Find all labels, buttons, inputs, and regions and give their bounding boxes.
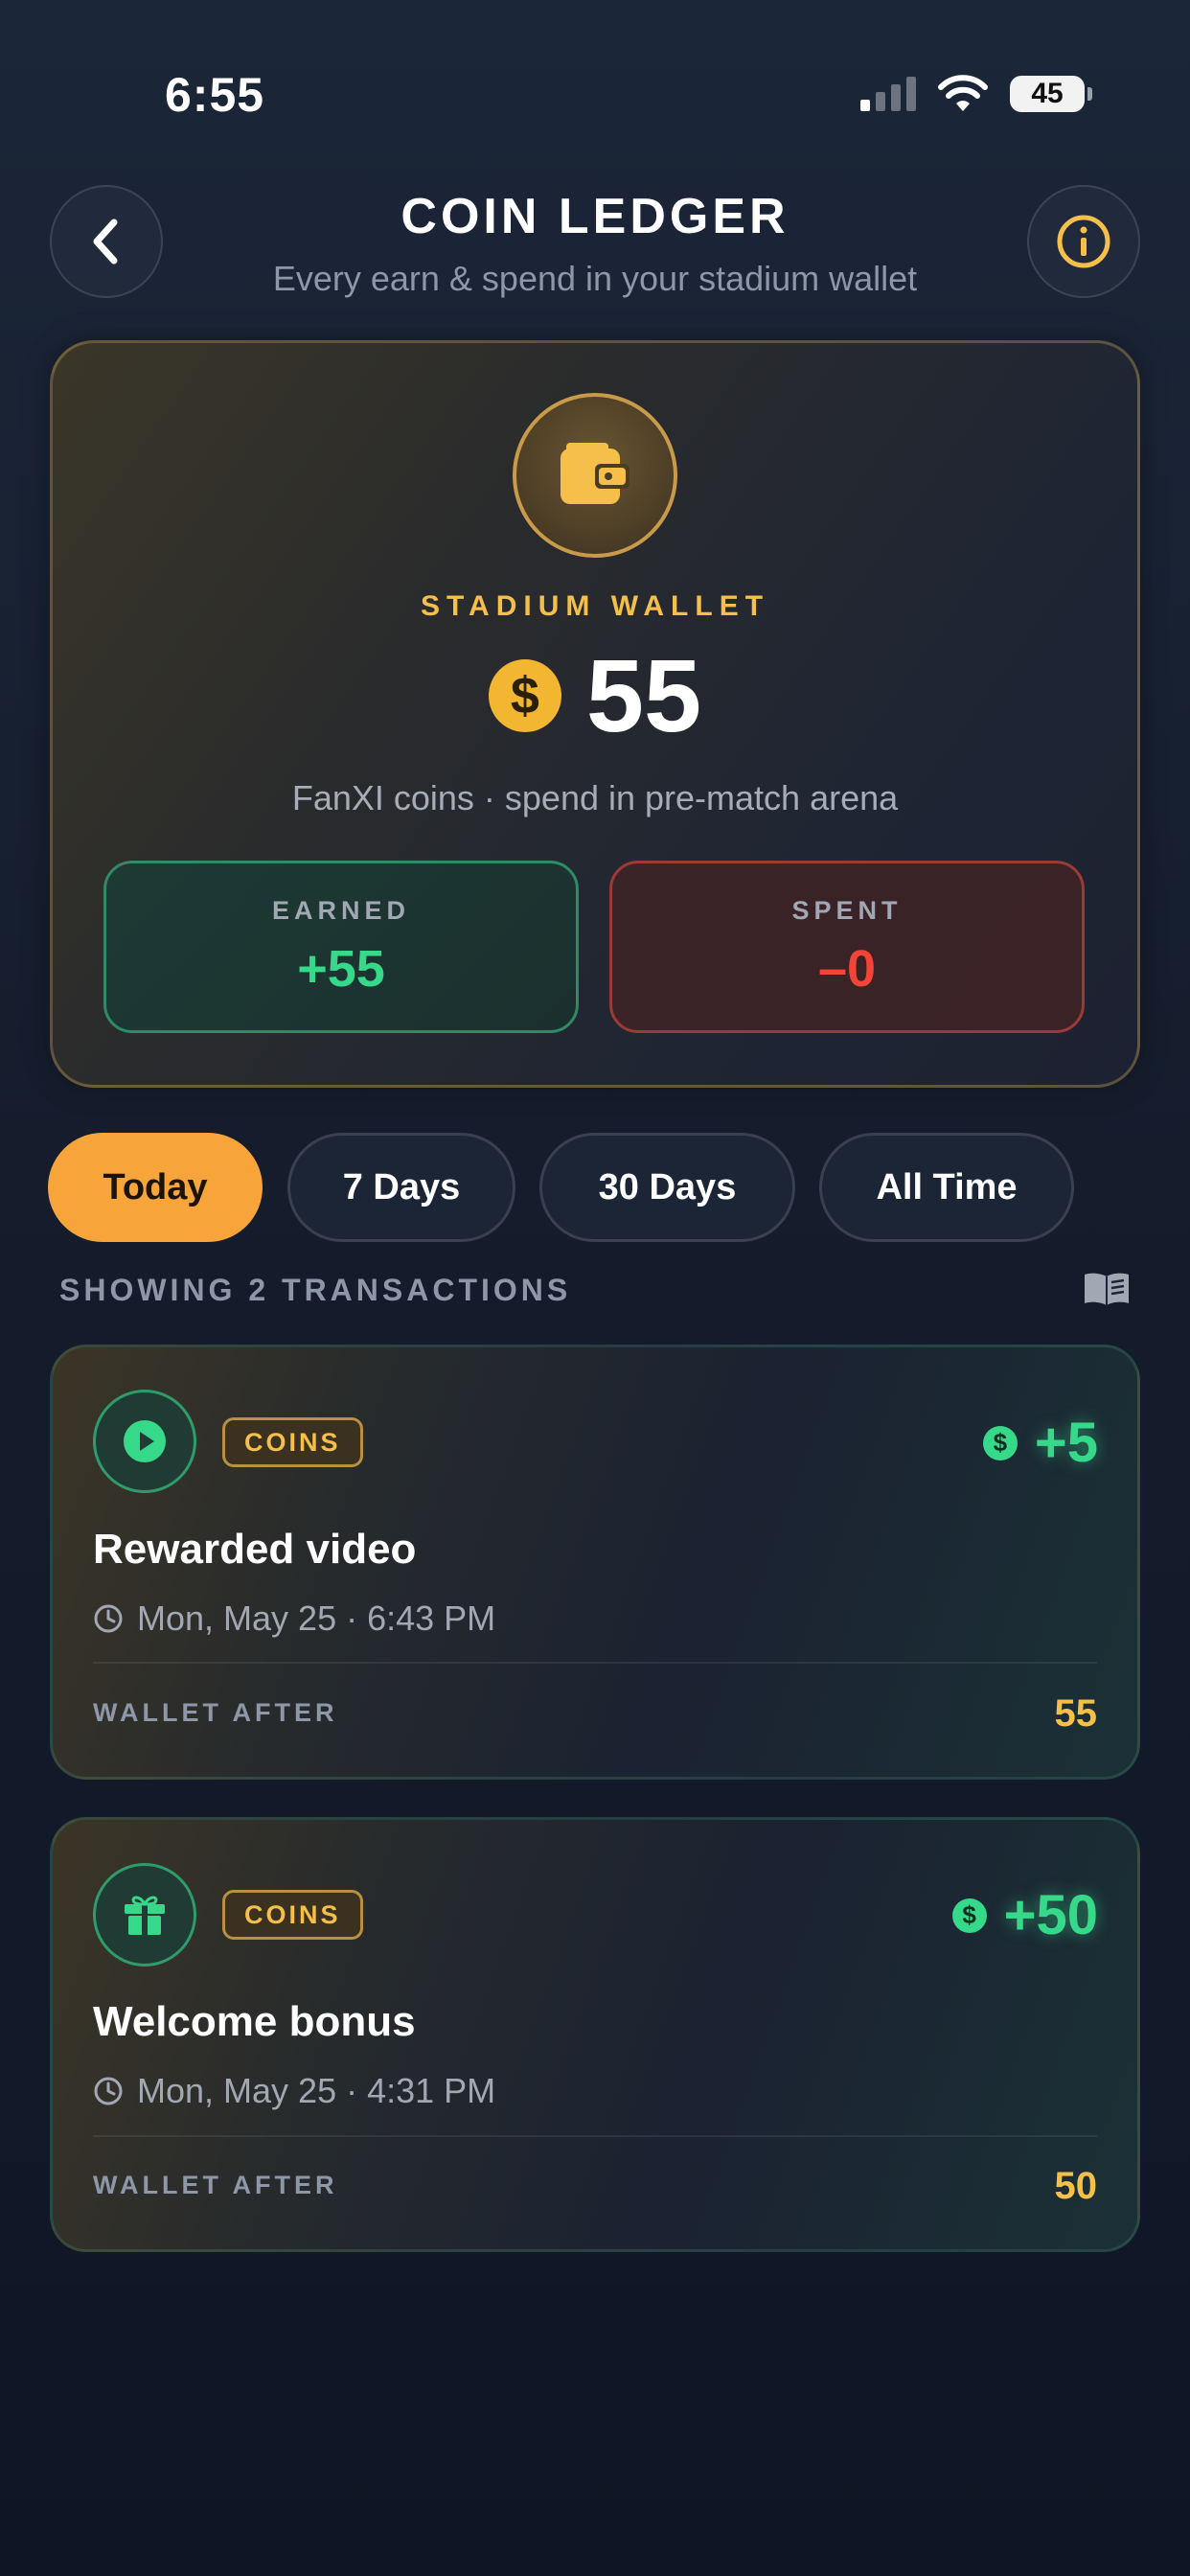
coin-icon: $ [951,1898,987,1933]
earned-label: EARNED [271,895,410,925]
transaction-type-badge: COINS [222,1417,363,1467]
wallet-icon-badge [513,393,677,558]
transaction-icon-badge [93,1390,196,1493]
filter-chip-7-days[interactable]: 7 Days [287,1133,515,1242]
divider [93,1662,1097,1664]
spent-label: SPENT [791,895,903,925]
book-icon [1085,1273,1129,1305]
wallet-caption: FanXI coins · spend in pre-match arena [291,778,899,817]
divider [93,2135,1097,2137]
transaction-amount: +50 [1003,1884,1098,1946]
battery-indicator: 45 [1010,76,1092,112]
wallet-after-value: 55 [1054,1692,1098,1735]
page-subtitle: Every earn & spend in your stadium walle… [272,259,918,298]
info-icon [1057,215,1110,268]
transaction-time-text: Mon, May 25 · 6:43 PM [137,1598,496,1638]
coin-icon: $ [488,659,561,732]
filter-chip-today[interactable]: Today [48,1133,263,1242]
earned-stat: EARNED +55 [103,861,579,1033]
wifi-icon [938,75,988,111]
transaction-amount: +5 [1034,1412,1098,1474]
transaction-type-badge: COINS [222,1890,363,1940]
status-icons: 45 [860,75,1092,113]
spent-stat: SPENT –0 [609,861,1085,1033]
spent-value: –0 [817,939,877,998]
wallet-balance: 55 [585,637,702,753]
transaction-count: SHOWING 2 TRANSACTIONS [59,1273,572,1307]
filter-chip-30-days[interactable]: 30 Days [539,1133,795,1242]
transaction-time: Mon, May 25 · 4:31 PM [93,2071,495,2111]
transaction-time-text: Mon, May 25 · 4:31 PM [137,2071,496,2110]
filter-chip-all-time[interactable]: All Time [819,1133,1074,1242]
transaction-title: Welcome bonus [93,1998,416,2045]
transaction-title: Rewarded video [93,1526,417,1573]
earned-value: +55 [297,939,385,998]
page-title: COIN LEDGER [400,189,790,244]
transaction-icon-badge [93,1863,196,1966]
transaction-amount-row: $ +5 [982,1411,1098,1475]
coin-icon: $ [982,1425,1018,1460]
wallet-after-label: WALLET AFTER [93,1698,338,1727]
clock-icon [94,2077,123,2105]
wallet-label: STADIUM WALLET [420,590,770,622]
transaction-amount-row: $ +50 [951,1883,1098,1947]
wallet-after-value: 50 [1054,2165,1098,2207]
balance-row: $ 55 [0,644,1190,748]
info-button[interactable] [1027,185,1140,298]
status-time: 6:55 [165,68,265,122]
ledger-book-button[interactable] [1083,1271,1131,1312]
transaction-time: Mon, May 25 · 6:43 PM [93,1598,495,1639]
cellular-signal-icon [860,77,916,111]
wallet-icon [561,443,629,504]
gift-icon [125,1896,165,1935]
clock-icon [94,1604,123,1633]
wallet-after-label: WALLET AFTER [93,2171,338,2199]
play-icon [124,1420,166,1462]
